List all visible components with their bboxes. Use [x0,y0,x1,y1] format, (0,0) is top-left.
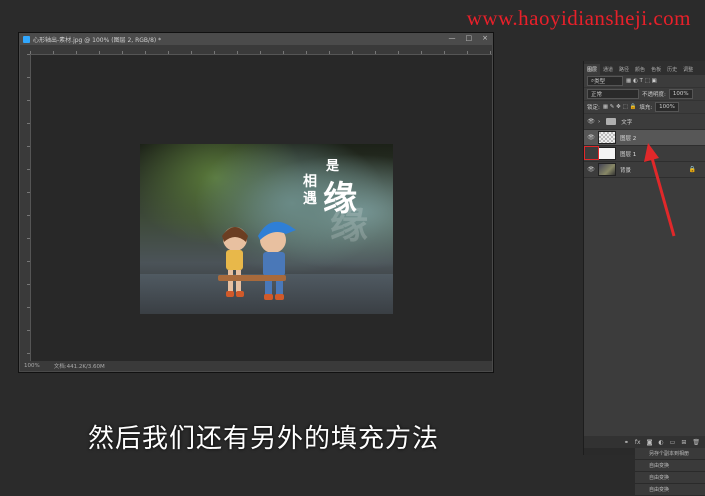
blend-mode-select[interactable]: 正常 [587,89,639,99]
fill-value: 100% [659,104,675,110]
document-statusbar: 100% 文档:441.2K/3.60M [20,361,492,371]
layers-panel: 图层 通道 路径 颜色 色板 历史 调整 ⌕ 类型 ▦ ◐ T ⬚ ▣ 正常 不… [583,61,705,455]
maximize-button[interactable]: □ [466,34,473,42]
eye-icon[interactable]: 👁 [584,166,598,173]
lock-row: 锁定: ▦ ✎ ✥ ⬚ 🔒 填充: 100% [584,101,705,114]
history-item[interactable]: 自由变换 [635,460,705,472]
zoom-level[interactable]: 100% [24,363,40,369]
opacity-label: 不透明度: [642,92,666,98]
photo-text-yu: 遇 [303,191,317,207]
chevron-right-icon[interactable]: › [598,119,600,125]
document-title: 心形轴出-素材.jpg @ 100% (图层 2, RGB/8) * [33,37,162,44]
lock-icons[interactable]: ▦ ✎ ✥ ⬚ 🔒 [603,104,636,110]
window-controls: — □ × [449,34,489,42]
tab-history[interactable]: 历史 [664,64,680,75]
blend-row: 正常 不透明度: 100% [584,88,705,101]
tab-color[interactable]: 颜色 [632,64,648,75]
layer-thumbnail [598,163,616,176]
tab-channels[interactable]: 通道 [600,64,616,75]
canvas-area[interactable]: 缘 是 相 遇 缘 [31,55,492,361]
fill-field[interactable]: 100% [655,102,679,112]
video-subtitle: 然后我们还有另外的填充方法 [88,424,440,454]
photoshop-icon [23,36,30,43]
fx-icon[interactable]: fx [635,439,641,446]
layer-thumbnail [598,147,616,160]
history-item[interactable]: 自由变换 [635,472,705,484]
document-window: 心形轴出-素材.jpg @ 100% (图层 2, RGB/8) * — □ × [19,33,493,372]
adjustment-icon[interactable]: ◐ [658,439,663,446]
trash-icon[interactable]: 🗑 [692,439,700,446]
layer-name: 图层 1 [620,151,637,158]
history-item[interactable]: 另存个副本到相册 [635,448,705,460]
document-titlebar[interactable]: 心形轴出-素材.jpg @ 100% (图层 2, RGB/8) * — □ × [20,34,492,45]
document-size[interactable]: 文档:441.2K/3.60M [54,362,105,370]
blend-mode-value: 正常 [591,92,603,98]
photo-bench [218,275,286,281]
highlight-box [584,146,599,160]
opacity-value: 100% [672,91,689,97]
folder-icon[interactable]: ▭ [670,439,676,446]
close-button[interactable]: × [482,34,488,42]
opacity-field[interactable]: 100% [668,89,693,99]
layer-row-2[interactable]: 👁 图层 2 [584,130,705,146]
filter-icons: ▦ ◐ T ⬚ ▣ [626,78,657,84]
new-layer-icon[interactable]: ⊞ [681,439,686,446]
eye-icon[interactable]: 👁 [584,134,598,141]
tab-adjustments[interactable]: 调整 [680,64,696,75]
lock-icon: 🔒 [688,166,696,173]
layer-name: 图层 2 [620,135,637,142]
layer-row-1[interactable]: 图层 1 [584,146,705,162]
minimize-button[interactable]: — [449,34,456,42]
tab-paths[interactable]: 路径 [616,64,632,75]
history-item[interactable]: 自由变换 [635,484,705,496]
eye-icon[interactable]: 👁 [584,118,598,125]
layer-name: 背景 [620,167,632,174]
fill-label: 填充: [639,105,653,111]
layer-filter-row: ⌕ 类型 ▦ ◐ T ⬚ ▣ [584,75,705,88]
history-list: 另存个副本到相册 自由变换 自由变换 自由变换 [635,448,705,496]
lock-label: 锁定: [587,105,600,111]
tab-swatches[interactable]: 色板 [648,64,664,75]
canvas-photo[interactable]: 缘 是 相 遇 缘 [140,144,393,314]
layer-row-group[interactable]: 👁 › 文字 [584,114,705,130]
layer-thumbnail [598,131,616,144]
folder-icon [606,118,617,125]
vertical-ruler[interactable] [20,54,31,361]
layer-row-background[interactable]: 👁 背景 🔒 [584,162,705,178]
photo-text-yuan: 缘 [323,179,357,219]
link-icon[interactable]: ⚭ [624,439,629,446]
website-watermark: www.haoyidiansheji.com [466,6,691,30]
layer-filter-label: 类型 [594,79,606,85]
mask-icon[interactable]: ◙ [647,439,653,446]
horizontal-ruler[interactable] [30,45,492,55]
layers-panel-footer: ⚭ fx ◙ ◐ ▭ ⊞ 🗑 [584,436,705,448]
panel-tabs: 图层 通道 路径 颜色 色板 历史 调整 [584,61,705,75]
tab-layers[interactable]: 图层 [584,64,601,75]
ruler-corner[interactable] [20,45,30,54]
layer-filter-select[interactable]: ⌕ 类型 [587,76,623,86]
layer-name: 文字 [621,119,633,126]
